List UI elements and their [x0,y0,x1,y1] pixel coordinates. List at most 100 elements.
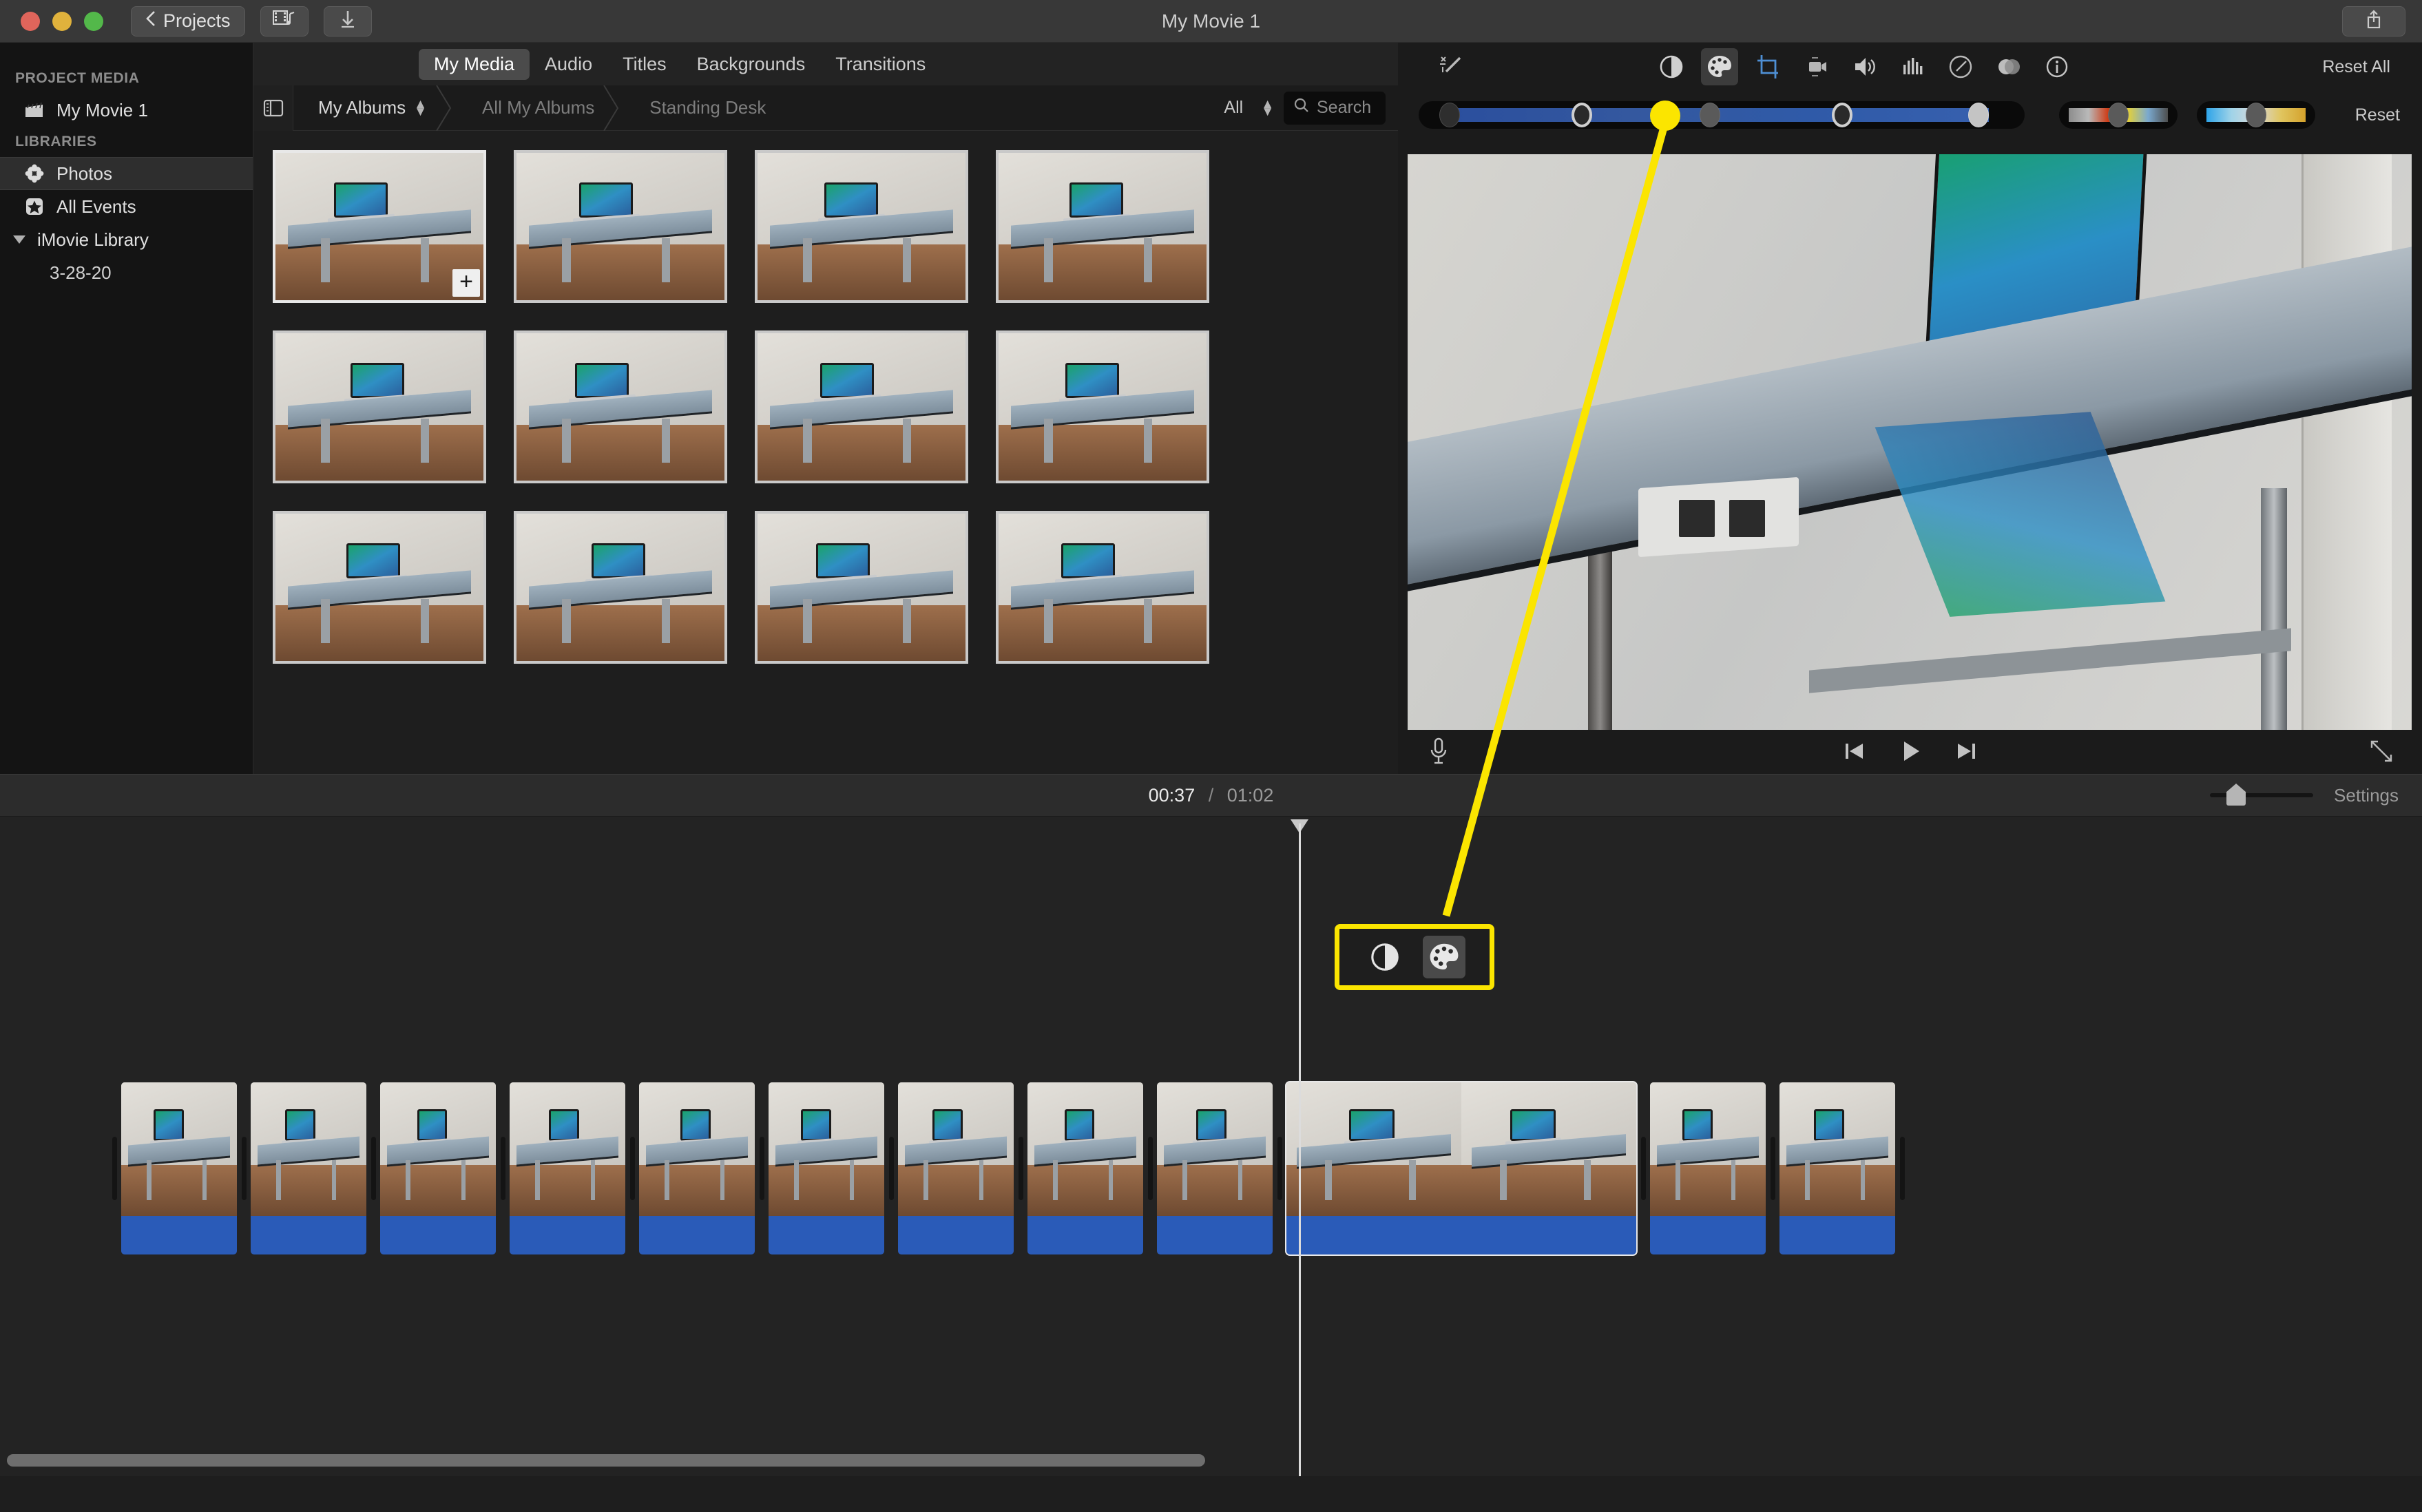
timeline-clip[interactable] [1779,1082,1895,1254]
clip-trim-handle[interactable] [887,1082,895,1254]
volume-speaker-icon[interactable] [1846,48,1883,85]
breadcrumb-my-albums[interactable]: My Albums ▲ ▼ [293,84,457,132]
projects-back-button[interactable]: Projects [131,6,245,36]
midtones-handle[interactable] [1700,103,1720,127]
info-icon[interactable] [2038,48,2076,85]
crop-icon[interactable] [1749,48,1786,85]
highlights-handle[interactable] [1832,103,1852,127]
clip-trim-handle[interactable] [758,1082,766,1254]
disclosure-triangle-icon[interactable] [8,229,30,251]
temperature-slider[interactable] [2197,101,2315,129]
clip-trim-handle[interactable] [1768,1082,1777,1254]
media-thumbnail[interactable] [996,150,1209,303]
magic-wand-icon[interactable] [1432,48,1470,85]
noise-reduction-equalizer-icon[interactable] [1894,48,1931,85]
sidebar-item-my-movie-1[interactable]: My Movie 1 [0,94,253,127]
timeline-settings-button[interactable]: Settings [2334,785,2399,806]
clip-trim-handle[interactable] [110,1082,118,1254]
timeline-zoom-slider[interactable] [2210,784,2314,806]
levels-slider[interactable] [1419,101,2025,129]
tab-audio[interactable]: Audio [530,49,607,80]
clip-trim-handle[interactable] [1016,1082,1025,1254]
stepper-updown-icon[interactable]: ▲ ▼ [1261,98,1274,118]
media-browser-grid[interactable]: + [253,131,1398,774]
reset-button[interactable]: Reset [2355,105,2400,125]
sidebar-item-imovie-library[interactable]: iMovie Library [0,223,253,256]
preview-viewer[interactable] [1408,154,2412,730]
timeline-clip[interactable] [380,1082,496,1254]
stepper-updown-icon[interactable]: ▲ ▼ [414,98,427,118]
timeline-clip[interactable] [898,1082,1014,1254]
clip-trim-handle[interactable] [1639,1082,1647,1254]
minimize-button[interactable] [52,11,72,31]
temperature-handle[interactable] [2246,103,2266,127]
timeline-clip[interactable] [121,1082,237,1254]
media-thumbnail[interactable] [273,330,486,483]
clip-trim-handle[interactable] [1146,1082,1154,1254]
timeline-clip[interactable] [769,1082,884,1254]
clip-trim-handle[interactable] [1898,1082,1906,1254]
expand-diagonal-icon[interactable] [2370,739,2393,766]
color-correction-palette-icon[interactable] [1423,936,1465,978]
timeline-clip[interactable] [510,1082,625,1254]
media-thumbnail[interactable] [514,330,727,483]
close-button[interactable] [21,11,40,31]
media-thumbnail[interactable] [514,511,727,664]
color-correction-palette-icon[interactable] [1701,48,1738,85]
timeline-clip[interactable] [1027,1082,1143,1254]
tab-my-media[interactable]: My Media [419,48,530,80]
saturation-slider[interactable] [2059,101,2178,129]
media-thumbnail[interactable] [996,511,1209,664]
skip-to-start-icon[interactable] [1842,739,1866,766]
clip-trim-handle[interactable] [628,1082,636,1254]
clip-trim-handle[interactable] [1275,1082,1284,1254]
play-icon[interactable] [1897,738,1923,768]
add-to-project-badge[interactable]: + [452,269,480,297]
media-thumbnail[interactable] [755,150,968,303]
media-thumbnail[interactable] [996,330,1209,483]
timeline-clip[interactable] [639,1082,755,1254]
tab-transitions[interactable]: Transitions [820,49,941,80]
media-thumbnail[interactable]: + [273,150,486,303]
media-thumbnail[interactable] [514,150,727,303]
reset-all-button[interactable]: Reset All [2322,57,2390,77]
sidebar-item-3-28-20[interactable]: 3-28-20 [0,256,253,289]
horizontal-scrollbar[interactable] [7,1454,1205,1467]
timeline-clip[interactable] [1650,1082,1766,1254]
share-button[interactable] [2342,6,2405,36]
search-input[interactable]: Search [1284,91,1386,125]
white-point-handle[interactable] [1968,103,1989,127]
sidebar-toggle-icon[interactable] [253,85,293,131]
clip-trim-handle[interactable] [369,1082,377,1254]
playhead[interactable] [1299,823,1301,1476]
timeline-clip[interactable] [1157,1082,1273,1254]
media-filter-label[interactable]: All [1224,98,1243,118]
saturation-handle[interactable] [2108,103,2129,127]
stabilization-camera-icon[interactable] [1797,48,1835,85]
clip-trim-handle[interactable] [499,1082,507,1254]
breadcrumb-all-my-albums[interactable]: All My Albums [457,84,625,132]
timeline-clip[interactable] [1285,1081,1638,1256]
media-thumbnail[interactable] [755,330,968,483]
color-balance-icon[interactable] [1364,936,1406,978]
timeline-zoom-handle[interactable] [2226,784,2246,806]
sidebar-item-photos[interactable]: Photos [0,157,253,190]
clip-filter-icon[interactable] [1990,48,2027,85]
black-point-handle[interactable] [1572,103,1592,127]
microphone-icon[interactable] [1428,736,1449,770]
tab-backgrounds[interactable]: Backgrounds [682,49,821,80]
clip-trim-handle[interactable] [240,1082,248,1254]
speed-gauge-icon[interactable] [1942,48,1979,85]
media-thumbnail[interactable] [273,511,486,664]
shadows-handle[interactable] [1439,103,1460,127]
import-media-button[interactable] [323,6,372,36]
timeline-clip[interactable] [251,1082,366,1254]
breadcrumb-standing-desk[interactable]: Standing Desk [625,85,796,131]
skip-to-end-icon[interactable] [1955,739,1979,766]
color-balance-icon[interactable] [1653,48,1690,85]
media-browser-button[interactable] [260,6,309,36]
zoom-button[interactable] [84,11,103,31]
tab-titles[interactable]: Titles [607,49,682,80]
sidebar-item-all-events[interactable]: All Events [0,190,253,223]
media-thumbnail[interactable] [755,511,968,664]
